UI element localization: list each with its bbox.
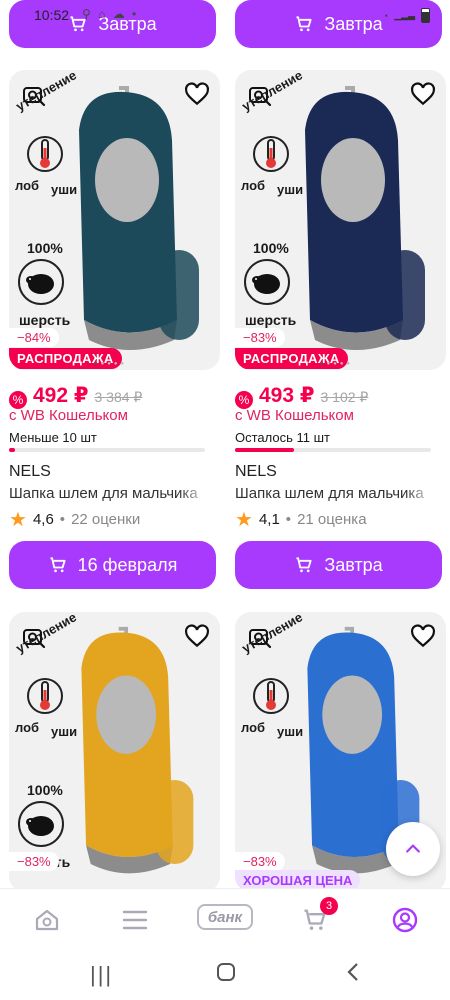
wool-percent: 100% — [253, 240, 289, 256]
price-row: % 493 ₽3 102 ₽ — [235, 383, 369, 409]
bottom-nav: банк 3 — [0, 888, 450, 948]
product-name[interactable]: Шапка шлем для мальчика — [9, 485, 209, 502]
wallet-note: с WB Кошельком — [235, 407, 354, 424]
heart-icon[interactable] — [184, 82, 210, 108]
warming-badge-ears: уши — [51, 724, 78, 739]
status-time: 10:52 — [34, 7, 70, 23]
warming-badge-forehead: лоб — [15, 720, 40, 735]
image-pager-dots: ●●●●● — [94, 361, 128, 367]
price: 493 ₽ — [259, 384, 315, 407]
stock-status: Меньше 10 шт — [9, 430, 97, 445]
price: 492 ₽ — [33, 384, 89, 407]
notification-icons: ⚲ ⌂ ☁ • — [82, 7, 139, 21]
sheep-icon — [18, 259, 64, 305]
stock-bar — [9, 448, 205, 452]
warming-badge-forehead: лоб — [241, 178, 266, 193]
add-to-cart-button[interactable]: Завтра — [235, 541, 442, 589]
brand: NELS — [235, 463, 277, 480]
system-nav-bar: ||| — [0, 948, 450, 1000]
star-icon: ★ — [235, 509, 253, 531]
stock-bar-fill — [9, 448, 15, 452]
thermometer-icon — [253, 678, 289, 714]
wool-label: шерсть — [245, 312, 297, 328]
heart-icon[interactable] — [410, 624, 436, 650]
thermometer-icon — [27, 136, 63, 172]
reviews-count: 21 оценка — [297, 511, 367, 528]
old-price: 3 102 ₽ — [320, 389, 369, 405]
wifi-icon: ◔ — [382, 10, 389, 21]
nav-catalog[interactable] — [120, 905, 150, 935]
product-image[interactable]: утепление лоб уши 100% шерсть −84% РАСПРОДАЖА ●… — [9, 70, 220, 370]
profile-icon — [392, 907, 418, 933]
cart-icon — [50, 557, 66, 573]
menu-icon — [122, 910, 148, 930]
scroll-to-top-button[interactable] — [386, 822, 440, 876]
nav-profile[interactable] — [390, 905, 420, 935]
price-row: % 492 ₽3 384 ₽ — [9, 383, 143, 409]
reviews-count: 22 оценки — [71, 511, 141, 528]
cart-icon — [296, 557, 312, 573]
delivery-label: Завтра — [324, 554, 383, 575]
wool-label: шерсть — [19, 312, 71, 328]
wb-catalog-screen: 10:52 ⚲ ⌂ ☁ • ◔ ▁▂▃ Завтра Завтра утепле… — [0, 0, 450, 1000]
nav-home[interactable] — [32, 905, 62, 935]
home-search-icon — [35, 909, 59, 931]
wool-badge: 100%шерсть — [13, 782, 81, 887]
discount-badge: −84% — [9, 328, 59, 347]
warming-badge: утепление лоб уши — [13, 612, 83, 742]
warming-badge-ears: уши — [277, 182, 304, 197]
status-bar: 10:52 ⚲ ⌂ ☁ • ◔ ▁▂▃ — [0, 0, 450, 30]
discount-badge: −83% — [235, 328, 285, 347]
signal-icon: ▁▂▃ — [394, 10, 415, 20]
wool-percent: 100% — [27, 782, 63, 798]
product-image[interactable]: утеплениелобуши 100%шерсть−83% — [9, 612, 220, 892]
bank-label: банк — [207, 908, 243, 926]
rating-value: 4,1 — [258, 511, 280, 528]
delivery-label: 16 февраля — [77, 554, 178, 575]
image-pager-dots: ●●●●● — [320, 361, 354, 367]
nav-bank[interactable]: банк — [197, 904, 253, 930]
sheep-icon — [244, 259, 290, 305]
heart-icon[interactable] — [184, 624, 210, 650]
warming-badge-ears: уши — [277, 724, 304, 739]
warming-badge-forehead: лоб — [15, 178, 40, 193]
heart-icon[interactable] — [410, 82, 436, 108]
recents-icon[interactable]: ||| — [90, 962, 113, 988]
brand: NELS — [9, 463, 51, 480]
warming-badge: утепление лоб уши — [239, 70, 309, 200]
rating: ★ 4,1 • 21 оценка — [235, 509, 367, 531]
stock-status: Осталось 11 шт — [235, 430, 330, 445]
add-to-cart-button[interactable]: 16 февраля — [9, 541, 216, 589]
sheep-icon — [18, 801, 64, 847]
discount-badge: −83% — [235, 852, 285, 871]
warming-badge-ears: уши — [51, 182, 78, 197]
back-icon[interactable] — [346, 962, 360, 988]
discount-badge: −83% — [9, 852, 59, 871]
wool-percent: 100% — [27, 240, 63, 256]
warming-badge-forehead: лоб — [241, 720, 266, 735]
star-icon: ★ — [9, 509, 27, 531]
nav-cart[interactable]: 3 — [300, 897, 338, 935]
battery-icon — [421, 8, 430, 23]
warming-badge: утепление лоб уши — [239, 612, 309, 742]
old-price: 3 384 ₽ — [94, 389, 143, 405]
stock-bar — [235, 448, 431, 452]
warming-badge: утепление лоб уши — [13, 70, 83, 200]
stock-bar-fill — [235, 448, 294, 452]
product-image[interactable]: утепление лоб уши 100% шерсть −83% РАСПРОДАЖА ●… — [235, 70, 446, 370]
thermometer-icon — [253, 136, 289, 172]
home-icon[interactable] — [216, 962, 236, 988]
rating-value: 4,6 — [32, 511, 54, 528]
system-icons: ◔ ▁▂▃ — [383, 8, 430, 23]
product-name[interactable]: Шапка шлем для мальчика — [235, 485, 435, 502]
cart-count-badge: 3 — [320, 897, 338, 915]
chevron-up-icon — [406, 844, 420, 853]
thermometer-icon — [27, 678, 63, 714]
wallet-note: с WB Кошельком — [9, 407, 128, 424]
rating: ★ 4,6 • 22 оценки — [9, 509, 141, 531]
